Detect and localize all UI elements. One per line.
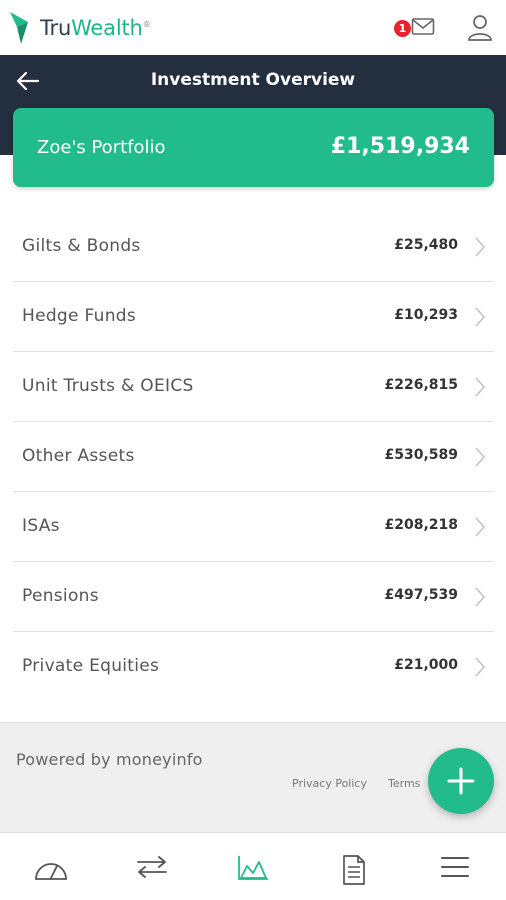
holding-value: £10,293: [394, 307, 458, 323]
holding-row-other-assets[interactable]: Other Assets £530,589: [13, 422, 494, 492]
chevron-right-icon: [475, 377, 486, 397]
area-chart-icon: [237, 856, 268, 880]
holding-label: Unit Trusts & OEICS: [22, 376, 194, 396]
swap-arrows-icon: [136, 856, 167, 878]
notification-badge: 1: [394, 20, 411, 37]
holding-value: £226,815: [384, 377, 458, 393]
holding-label: Pensions: [22, 586, 99, 606]
holding-row-unit-trusts[interactable]: Unit Trusts & OEICS £226,815: [13, 352, 494, 422]
holding-row-gilts-bonds[interactable]: Gilts & Bonds £25,480: [13, 212, 494, 282]
portfolio-summary-card[interactable]: Zoe's Portfolio £1,519,934: [13, 108, 494, 187]
holding-value: £25,480: [394, 237, 458, 253]
document-icon: [342, 855, 365, 885]
holding-label: Private Equities: [22, 656, 160, 676]
bottom-tab-bar: [0, 832, 506, 900]
tab-documents[interactable]: [303, 833, 404, 900]
holding-value: £208,218: [384, 517, 458, 533]
holding-row-pensions[interactable]: Pensions £497,539: [13, 562, 494, 632]
holding-label: Gilts & Bonds: [22, 236, 141, 256]
holding-value: £530,589: [384, 447, 458, 463]
terms-link[interactable]: Terms: [388, 777, 420, 790]
tab-investments[interactable]: [202, 833, 303, 900]
holding-row-hedge-funds[interactable]: Hedge Funds £10,293: [13, 282, 494, 352]
truwealth-logo[interactable]: TruWealth®: [8, 10, 151, 46]
holding-label: ISAs: [22, 516, 60, 536]
app-header: TruWealth® 1: [0, 0, 506, 55]
chevron-right-icon: [475, 517, 486, 537]
chevron-right-icon: [475, 447, 486, 467]
powered-by-text: Powered by moneyinfo: [16, 750, 203, 769]
holding-row-isas[interactable]: ISAs £208,218: [13, 492, 494, 562]
mail-icon: [411, 18, 435, 35]
portfolio-name: Zoe's Portfolio: [37, 137, 166, 158]
messages-button[interactable]: 1: [394, 15, 440, 43]
tab-transfers[interactable]: [101, 833, 202, 900]
logo-text: TruWealth®: [40, 16, 151, 40]
plus-icon: [447, 767, 475, 795]
tab-menu[interactable]: [404, 833, 505, 900]
holding-row-private-equities[interactable]: Private Equities £21,000: [13, 632, 494, 702]
tab-dashboard[interactable]: [0, 833, 101, 900]
logo-mark-icon: [10, 12, 28, 44]
user-icon[interactable]: [467, 14, 493, 42]
holding-label: Other Assets: [22, 446, 135, 466]
page-title: Investment Overview: [150, 70, 356, 90]
privacy-policy-link[interactable]: Privacy Policy: [292, 777, 367, 790]
chevron-right-icon: [475, 307, 486, 327]
holdings-list: Gilts & Bonds £25,480 Hedge Funds £10,29…: [13, 212, 494, 702]
gauge-icon: [34, 863, 67, 880]
chevron-right-icon: [475, 657, 486, 677]
holding-value: £21,000: [394, 657, 458, 673]
add-button[interactable]: [428, 748, 494, 814]
chevron-right-icon: [475, 587, 486, 607]
portfolio-total: £1,519,934: [330, 134, 470, 159]
holding-value: £497,539: [384, 587, 458, 603]
chevron-right-icon: [475, 237, 486, 257]
hamburger-menu-icon: [440, 857, 469, 877]
holding-label: Hedge Funds: [22, 306, 137, 326]
